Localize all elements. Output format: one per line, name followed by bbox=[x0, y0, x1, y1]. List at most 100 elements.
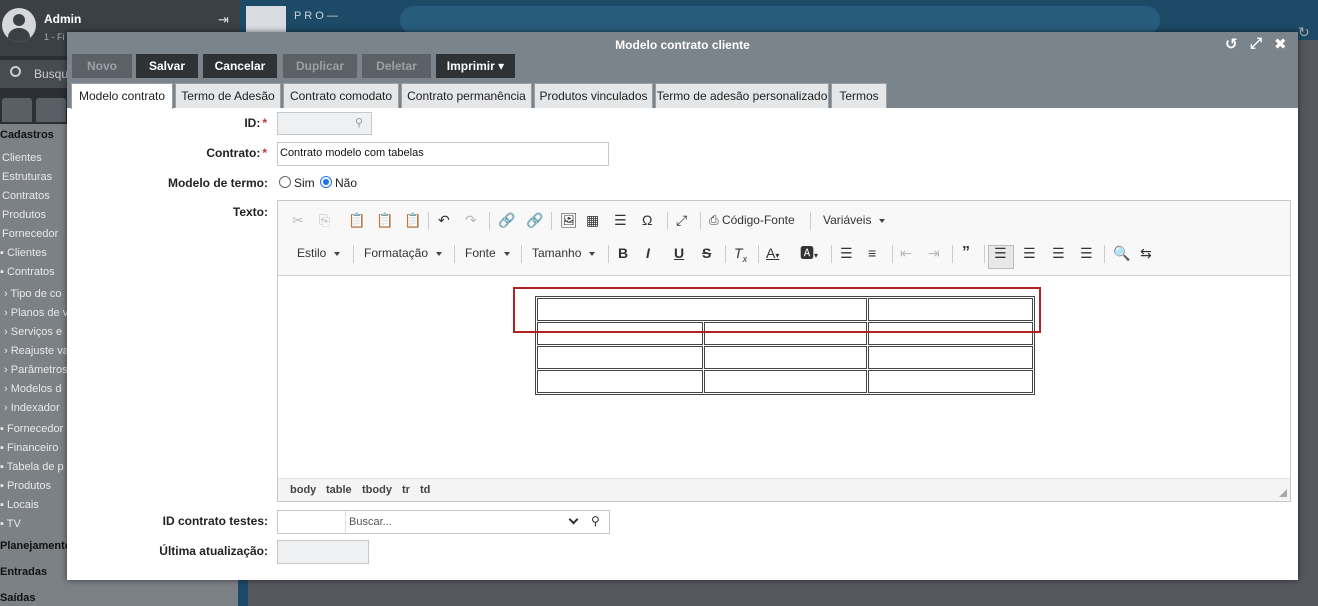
history-icon[interactable]: ↻ bbox=[1298, 24, 1310, 41]
id-contrato-testes-input[interactable] bbox=[278, 511, 346, 533]
fonte-dropdown[interactable]: Fonte bbox=[465, 244, 510, 262]
logout-icon[interactable]: ⇥ bbox=[218, 12, 229, 28]
sidebar-tab-print-icon[interactable] bbox=[36, 98, 66, 122]
duplicar-button[interactable]: Duplicar bbox=[283, 54, 357, 78]
sidebar-menu-item[interactable]: › Modelos d bbox=[4, 383, 62, 395]
tab-termos[interactable]: Termos bbox=[831, 83, 887, 108]
sidebar-menu-item[interactable]: ▪ Financeiro bbox=[0, 442, 58, 454]
sidebar-menu-item[interactable]: › Planos de v bbox=[4, 307, 68, 319]
numbered-list-icon[interactable]: ☰ bbox=[840, 244, 853, 262]
sim-radio[interactable] bbox=[279, 176, 291, 188]
table-icon[interactable]: ▦ bbox=[586, 211, 599, 229]
copy-icon[interactable]: ⎘ bbox=[319, 211, 330, 229]
tab-contrato-permanencia[interactable]: Contrato permanência bbox=[401, 83, 532, 108]
sidebar-menu-item[interactable]: ▪ Locais bbox=[0, 499, 39, 511]
table-cell[interactable] bbox=[537, 346, 703, 369]
italic-icon[interactable]: I bbox=[646, 244, 650, 262]
sidebar-menu-item[interactable]: › Reajuste va bbox=[4, 345, 69, 357]
sidebar-menu-item[interactable]: ▪ Tabela de p bbox=[0, 461, 64, 473]
sidebar-menu-item[interactable]: ▪ Contratos bbox=[0, 266, 55, 278]
align-left-icon[interactable]: ☰ bbox=[994, 244, 1007, 262]
sidebar-menu-item[interactable]: › Parâmetros bbox=[4, 364, 68, 376]
table-cell[interactable] bbox=[537, 370, 703, 393]
tab-contrato-comodato[interactable]: Contrato comodato bbox=[283, 83, 399, 108]
align-center-icon[interactable]: ☰ bbox=[1023, 244, 1036, 262]
sidebar-menu-item[interactable]: ▪ Fornecedor bbox=[0, 423, 63, 435]
source-code-button[interactable]: ⎙ Código-Fonte bbox=[709, 211, 795, 229]
sidebar-menu-item[interactable]: Planejamento bbox=[0, 540, 72, 552]
bold-icon[interactable]: B bbox=[618, 244, 628, 262]
redo-icon[interactable]: ↷ bbox=[465, 211, 477, 229]
history-icon[interactable]: ↺ bbox=[1225, 35, 1238, 53]
path-table[interactable]: table bbox=[326, 484, 352, 496]
background-color-icon[interactable]: 🅰▾ bbox=[800, 244, 818, 265]
sidebar-tab-list-icon[interactable] bbox=[2, 98, 32, 122]
link-icon[interactable]: 🔗 bbox=[498, 211, 515, 229]
blockquote-icon[interactable]: ” bbox=[962, 244, 970, 262]
horizontal-line-icon[interactable]: ☰ bbox=[614, 211, 627, 229]
sidebar-menu-item[interactable]: ▪ Produtos bbox=[0, 480, 51, 492]
strikethrough-icon[interactable]: S bbox=[702, 244, 711, 262]
tab-termo-adesao-personalizado[interactable]: Termo de adesão personalizado bbox=[655, 83, 829, 108]
deletar-button[interactable]: Deletar bbox=[362, 54, 431, 78]
unlink-icon[interactable]: 🔗 bbox=[526, 211, 543, 229]
sidebar-menu-item[interactable]: › Serviços e bbox=[4, 326, 62, 338]
id-field[interactable]: ⚲ bbox=[277, 112, 372, 135]
imprimir-button[interactable]: Imprimir ▾ bbox=[436, 54, 515, 78]
image-icon[interactable]: 🖼 bbox=[560, 211, 578, 229]
replace-icon[interactable]: ⇆ bbox=[1140, 244, 1152, 262]
path-body[interactable]: body bbox=[290, 484, 316, 496]
contrato-input[interactable]: Contrato modelo com tabelas bbox=[277, 142, 609, 166]
table-cell[interactable] bbox=[703, 370, 867, 393]
underline-icon[interactable]: U bbox=[674, 244, 684, 262]
close-icon[interactable]: ✖ bbox=[1274, 35, 1287, 53]
align-right-icon[interactable]: ☰ bbox=[1052, 244, 1065, 262]
align-justify-icon[interactable]: ☰ bbox=[1080, 244, 1093, 262]
nao-radio[interactable] bbox=[320, 176, 332, 188]
cancelar-button[interactable]: Cancelar bbox=[203, 54, 277, 78]
tamanho-dropdown[interactable]: Tamanho bbox=[532, 244, 596, 262]
sidebar-menu-item[interactable]: › Tipo de co bbox=[4, 288, 62, 300]
text-color-icon[interactable]: A▾ bbox=[766, 244, 779, 265]
bulleted-list-icon[interactable]: ≡ bbox=[868, 244, 876, 262]
paste-word-icon[interactable]: 📋 bbox=[404, 211, 421, 229]
top-search-bar[interactable] bbox=[400, 6, 1160, 34]
outdent-icon[interactable]: ⇤ bbox=[900, 244, 912, 262]
paste-text-icon[interactable]: 📋 bbox=[376, 211, 393, 229]
undo-icon[interactable]: ↶ bbox=[438, 211, 450, 229]
sidebar-menu-item[interactable]: Contratos bbox=[2, 190, 50, 202]
sidebar-menu-item[interactable]: Cadastros bbox=[0, 129, 54, 141]
sidebar-menu-item[interactable]: Clientes bbox=[2, 152, 42, 164]
estilo-dropdown[interactable]: Estilo bbox=[297, 244, 341, 262]
tab-modelo-contrato[interactable]: Modelo contrato bbox=[71, 83, 173, 109]
novo-button[interactable]: Novo bbox=[72, 54, 132, 78]
search-icon[interactable]: ⚲ bbox=[591, 511, 600, 531]
remove-format-icon[interactable]: Tx bbox=[734, 244, 747, 268]
formatacao-dropdown[interactable]: Formatação bbox=[364, 244, 443, 262]
tab-produtos-vinculados[interactable]: Produtos vinculados bbox=[534, 83, 653, 108]
find-icon[interactable]: 🔍 bbox=[1113, 244, 1130, 262]
sidebar-menu-item[interactable]: ▪ Clientes bbox=[0, 247, 47, 259]
rich-text-editor[interactable]: ✂ ⎘ 📋 📋 📋 ↶ ↷ 🔗 🔗 🖼 ▦ ☰ Ω ⤢ ⎙ Código-Fon… bbox=[277, 200, 1291, 502]
editor-content[interactable] bbox=[278, 276, 1290, 476]
paste-icon[interactable]: 📋 bbox=[348, 211, 365, 229]
variaveis-dropdown[interactable]: Variáveis bbox=[823, 211, 886, 229]
sidebar-menu-item[interactable]: Estruturas bbox=[2, 171, 52, 183]
table-cell[interactable] bbox=[868, 346, 1033, 369]
maximize-editor-icon[interactable]: ⤢ bbox=[676, 211, 687, 229]
sidebar-menu-item[interactable]: › Indexador bbox=[4, 402, 60, 414]
sidebar-menu-item[interactable]: Saídas bbox=[0, 592, 35, 604]
path-tbody[interactable]: tbody bbox=[362, 484, 392, 496]
tab-termo-adesao[interactable]: Termo de Adesão bbox=[175, 83, 281, 108]
table-cell[interactable] bbox=[868, 370, 1033, 393]
chevron-down-icon[interactable] bbox=[568, 514, 579, 525]
cut-icon[interactable]: ✂ bbox=[292, 211, 304, 229]
sidebar-menu-item[interactable]: Fornecedor bbox=[2, 228, 58, 240]
sidebar-menu-item[interactable]: Entradas bbox=[0, 566, 47, 578]
table-cell[interactable] bbox=[703, 346, 867, 369]
path-td[interactable]: td bbox=[420, 484, 430, 496]
maximize-icon[interactable]: ⤢ bbox=[1250, 35, 1262, 52]
id-contrato-testes-select[interactable]: Buscar... ⚲ bbox=[277, 510, 610, 534]
indent-icon[interactable]: ⇥ bbox=[928, 244, 940, 262]
path-tr[interactable]: tr bbox=[402, 484, 410, 496]
